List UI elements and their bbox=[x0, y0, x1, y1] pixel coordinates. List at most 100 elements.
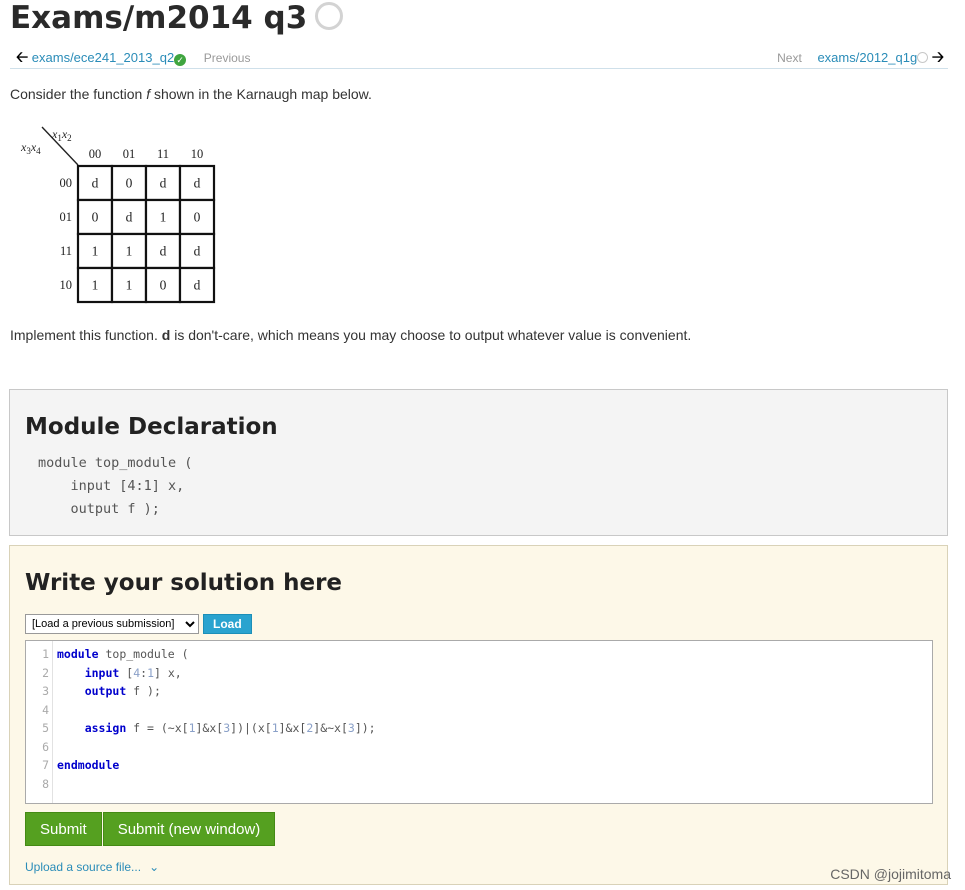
intro-text-before: Consider the function bbox=[10, 86, 147, 102]
solution-panel: Write your solution here [Load a previou… bbox=[9, 545, 948, 885]
code-token: f ); bbox=[126, 684, 161, 698]
check-circle-icon: ✓ bbox=[174, 54, 187, 66]
code-token: ]&~x[ bbox=[313, 721, 348, 735]
load-button[interactable]: Load bbox=[203, 614, 252, 634]
kmap-cell-value: d bbox=[194, 278, 201, 293]
solution-heading: Write your solution here bbox=[25, 570, 343, 596]
code-keyword: endmodule bbox=[57, 758, 120, 772]
intro-text-after: shown in the Karnaugh map below. bbox=[150, 86, 372, 102]
code-token: ] x, bbox=[154, 665, 182, 680]
code-text[interactable]: module top_module ( bbox=[57, 645, 189, 664]
line-number: 7 bbox=[42, 758, 49, 772]
kmap-column-header: 01 bbox=[123, 147, 136, 161]
code-keyword: input bbox=[84, 665, 120, 680]
code-token: f = (~x[ bbox=[126, 721, 189, 735]
submit-new-window-button[interactable]: Submit (new window) bbox=[102, 812, 276, 846]
upload-row: Upload a source file... ⌄ bbox=[25, 860, 159, 874]
upload-source-link[interactable]: Upload a source file... bbox=[25, 860, 141, 874]
double-chevron-down-icon[interactable]: ⌄ bbox=[149, 860, 159, 874]
nav-right: Next exams/2012_q1g 🡢 bbox=[777, 47, 944, 72]
kmap-cell-value: 0 bbox=[160, 278, 167, 293]
code-token: ]&x[ bbox=[195, 721, 224, 735]
kmap-cell-value: d bbox=[160, 176, 167, 191]
code-number: 3 bbox=[347, 721, 355, 735]
kmap-column-header: 10 bbox=[191, 147, 204, 161]
code-text[interactable]: endmodule bbox=[57, 756, 119, 775]
line-number: 1 bbox=[42, 647, 49, 661]
kmap-column-header: 11 bbox=[157, 147, 169, 161]
code-editor[interactable]: 1 module top_module (2 input [4:1] x, 3 ou… bbox=[25, 640, 933, 804]
watermark: CSDN @jojimitoma bbox=[830, 866, 951, 882]
empty-circle-icon bbox=[917, 52, 929, 63]
kmap-cell-value: 0 bbox=[126, 176, 133, 191]
arrow-left-icon[interactable]: 🡠 bbox=[16, 49, 28, 66]
kmap-cell-value: d bbox=[194, 176, 201, 191]
implement-text-after: is don't-care, which means you may choos… bbox=[170, 327, 692, 343]
code-keyword: assign bbox=[84, 721, 127, 735]
module-declaration-heading: Module Declaration bbox=[25, 414, 278, 440]
implement-text-before: Implement this function. bbox=[10, 327, 162, 343]
code-token: ]&x[ bbox=[278, 721, 307, 735]
kmap-row-header: 10 bbox=[60, 278, 73, 292]
code-keyword: module bbox=[57, 647, 99, 661]
implement-text: Implement this function. d is don't-care… bbox=[10, 327, 691, 343]
code-token: ]); bbox=[354, 721, 376, 735]
kmap-cell-value: 1 bbox=[92, 278, 99, 293]
previous-submission-select[interactable]: [Load a previous submission] bbox=[25, 614, 199, 634]
submit-button[interactable]: Submit bbox=[25, 812, 102, 846]
status-circle-icon bbox=[315, 2, 344, 30]
kmap-cell-value: d bbox=[194, 244, 201, 259]
load-row: [Load a previous submission]Load bbox=[25, 614, 252, 634]
kmap-cell-value: d bbox=[126, 210, 133, 225]
line-number: 4 bbox=[42, 702, 49, 717]
kmap-column-header: 00 bbox=[89, 147, 102, 161]
next-label[interactable]: Next bbox=[777, 51, 802, 65]
kmap-cell-value: 0 bbox=[92, 210, 99, 225]
module-declaration-panel: Module Declaration module top_module ( i… bbox=[9, 389, 948, 536]
line-number: 6 bbox=[42, 739, 49, 754]
code-text[interactable]: input [4:1] x, bbox=[57, 664, 182, 683]
code-text[interactable]: output f ); bbox=[57, 682, 161, 701]
line-number: 2 bbox=[42, 665, 49, 680]
previous-label[interactable]: Previous bbox=[204, 51, 251, 65]
line-number: 3 bbox=[42, 684, 49, 698]
kmap-cell-value: 1 bbox=[126, 278, 133, 293]
submit-row: Submit Submit (new window) bbox=[25, 812, 276, 846]
kmap-row-header: 11 bbox=[60, 244, 72, 258]
kmap-cell-value: 1 bbox=[126, 244, 133, 259]
kmap-cell-value: 1 bbox=[160, 210, 167, 225]
code-token: top_module ( bbox=[98, 647, 189, 661]
kmap-cell-value: 1 bbox=[92, 244, 99, 259]
kmap-row-header: 01 bbox=[60, 210, 73, 224]
problem-navbar: 🡠 exams/ece241_2013_q2 ✓ Previous Next ex… bbox=[10, 44, 948, 69]
line-number: 5 bbox=[42, 721, 49, 735]
code-keyword: output bbox=[84, 684, 127, 698]
arrow-right-icon[interactable]: 🡢 bbox=[932, 49, 944, 66]
kmap-column-headers: 00 01 11 10 bbox=[89, 147, 204, 161]
nav-left: 🡠 exams/ece241_2013_q2 ✓ Previous bbox=[16, 47, 250, 72]
kmap-cell-value: d bbox=[92, 176, 99, 191]
kmap-grid: d 0 d d 0 d 1 0 1 1 d d 1 1 0 d bbox=[76, 164, 216, 304]
line-number: 8 bbox=[42, 776, 49, 791]
code-number: 1 bbox=[271, 721, 279, 735]
code-number: 1 bbox=[147, 665, 154, 680]
prev-problem-link[interactable]: exams/ece241_2013_q2 bbox=[32, 50, 174, 65]
code-token: [ bbox=[119, 665, 134, 680]
code-text[interactable]: assign f = (~x[1]&x[3])|(x[1]&x[2]&~x[3]… bbox=[57, 719, 376, 738]
next-problem-link[interactable]: exams/2012_q1g bbox=[817, 50, 917, 65]
kmap-row-header: 00 bbox=[60, 176, 73, 190]
karnaugh-map: x1x2 x3x4 00 01 11 10 00011110 d 0 d d0 d 1 01 1 d d… bbox=[20, 126, 216, 304]
kmap-cell-value: 0 bbox=[194, 210, 201, 225]
page-title: Exams/m2014 q3 bbox=[10, 0, 344, 36]
module-declaration-code: module top_module ( input [4:1] x, outpu… bbox=[38, 455, 193, 517]
code-token: ])|(x[ bbox=[230, 721, 272, 735]
kmap-cell-value: d bbox=[160, 244, 167, 259]
page-title-text: Exams/m2014 q3 bbox=[10, 0, 308, 36]
kmap-column-variables: x1x2 bbox=[51, 127, 72, 143]
kmap-row-variables: x3x4 bbox=[20, 140, 41, 156]
intro-text: Consider the function f shown in the Kar… bbox=[10, 86, 372, 102]
code-number: 1 bbox=[188, 721, 196, 735]
